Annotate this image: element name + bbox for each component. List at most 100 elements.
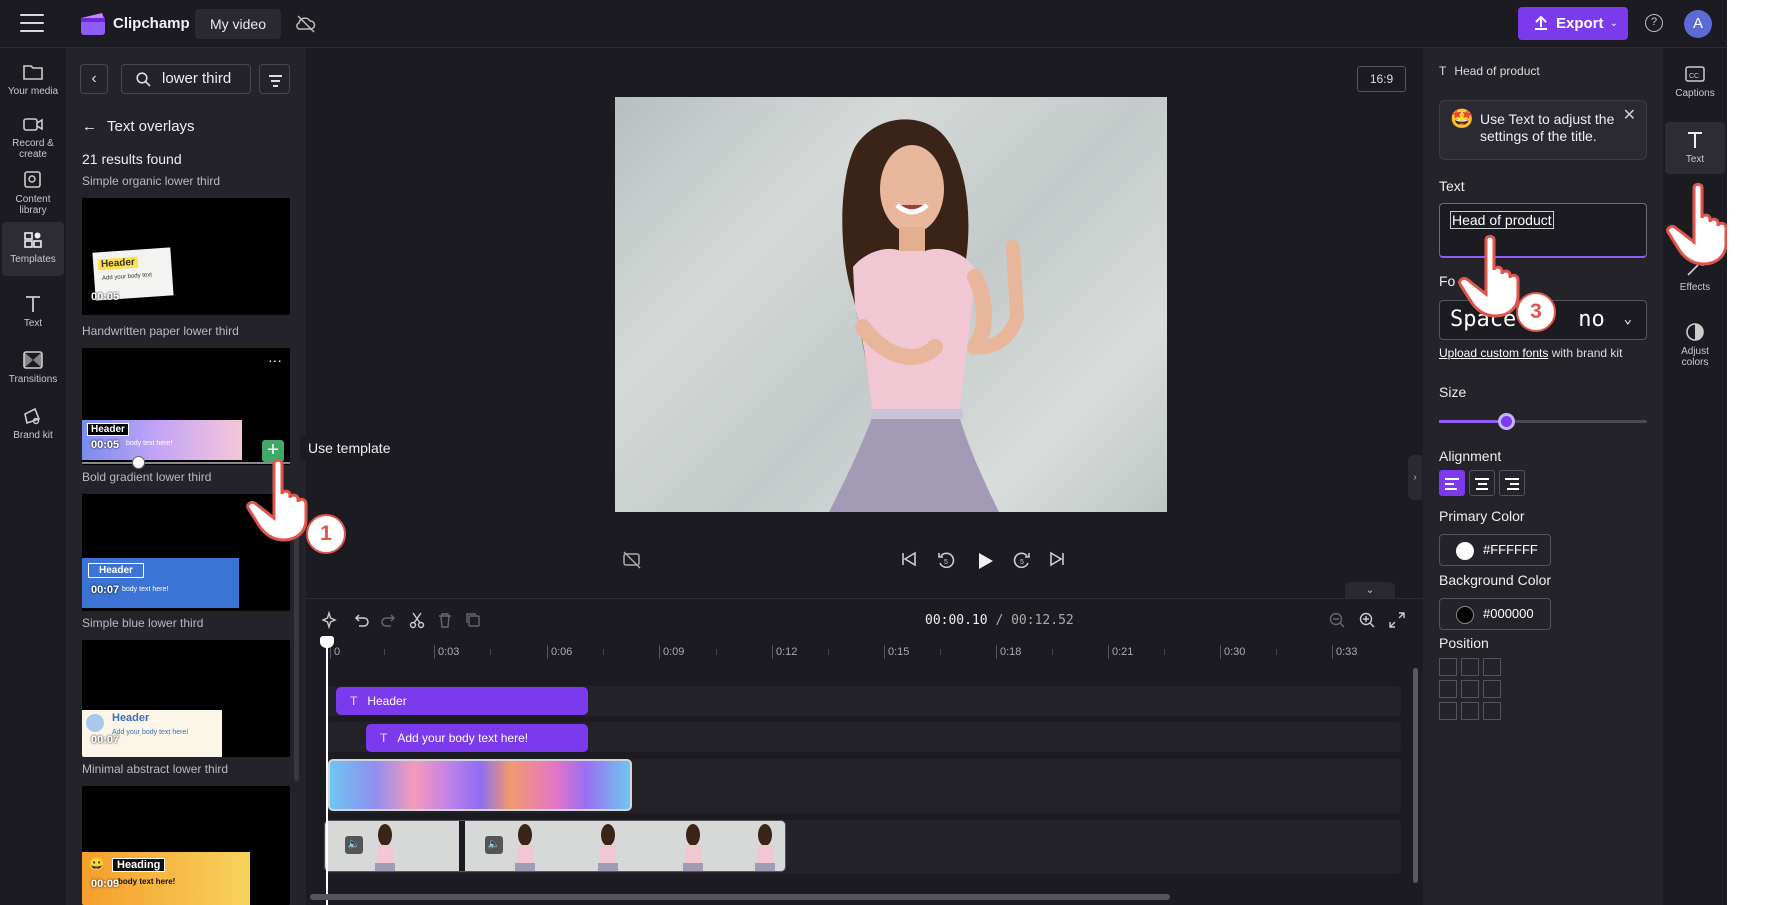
cloud-sync-off-icon[interactable]	[296, 15, 316, 33]
help-icon[interactable]: ?	[1645, 14, 1663, 32]
rail-label: Templates	[10, 254, 56, 265]
tab-text[interactable]: Text	[1665, 122, 1725, 174]
thumb-duration: 00:05	[91, 291, 120, 303]
skip-to-end-icon[interactable]	[1048, 550, 1066, 568]
primary-color-label: Primary Color	[1439, 508, 1525, 524]
section-header-text-overlays[interactable]: ← Text overlays	[82, 118, 205, 135]
presenter-image	[829, 119, 1025, 512]
primary-color-picker[interactable]: #FFFFFF	[1439, 534, 1551, 566]
upload-suffix: with brand kit	[1548, 346, 1623, 360]
panel-scrollbar[interactable]	[294, 508, 299, 781]
use-template-tooltip: Use template	[300, 436, 399, 460]
rail-content-library[interactable]: Content library	[2, 164, 64, 216]
zoom-out-icon[interactable]	[1328, 611, 1346, 629]
thumb-duration: 00:07	[91, 584, 120, 596]
blob-shape	[86, 714, 104, 732]
position-cell[interactable]	[1439, 680, 1457, 698]
position-cell[interactable]	[1439, 702, 1457, 720]
svg-text:CC: CC	[1689, 73, 1699, 80]
thumb-body: body text here!	[122, 586, 169, 593]
size-slider[interactable]	[1439, 413, 1647, 430]
thumb-duration: 00:07	[91, 734, 120, 746]
rail-templates[interactable]: Templates	[2, 222, 64, 276]
fit-timeline-icon[interactable]	[1388, 611, 1406, 629]
volume-icon[interactable]: 🔈	[485, 836, 503, 854]
timeline-clip-video[interactable]: 🔈 🔈	[324, 820, 786, 872]
scissors-icon[interactable]	[408, 611, 426, 629]
align-left-button[interactable]	[1439, 470, 1465, 496]
hamburger-menu-icon[interactable]	[20, 14, 44, 34]
tab-captions[interactable]: CC Captions	[1665, 60, 1725, 108]
ruler-tick: 0:18	[996, 645, 1021, 659]
tab-label: Text	[1685, 154, 1705, 165]
volume-icon[interactable]: 🔈	[345, 836, 363, 854]
align-right-button[interactable]	[1499, 470, 1525, 496]
forward-5-icon[interactable]: 5	[1012, 550, 1032, 570]
rail-label: Your media	[7, 86, 59, 97]
library-icon	[24, 171, 41, 188]
tab-label: Adjust colors	[1681, 346, 1709, 368]
aspect-ratio-button[interactable]: 16:9	[1357, 66, 1406, 92]
more-options-icon[interactable]: ···	[268, 352, 282, 368]
playhead[interactable]	[326, 640, 328, 905]
rail-label: Text	[23, 318, 43, 329]
align-center-button[interactable]	[1469, 470, 1495, 496]
collapse-timeline-button[interactable]: ⌄	[1345, 582, 1395, 598]
color-swatch	[1456, 606, 1474, 624]
background-color-picker[interactable]: #000000	[1439, 598, 1551, 630]
export-button[interactable]: Export ⌄	[1518, 7, 1628, 40]
video-preview[interactable]	[615, 97, 1167, 512]
size-slider-knob[interactable]	[1497, 413, 1515, 430]
timeline-clip-overlay[interactable]	[328, 759, 632, 811]
rail-label: Brand kit	[13, 430, 53, 441]
rail-your-media[interactable]: Your media	[2, 56, 64, 102]
clip-label: Add your body text here!	[397, 731, 529, 745]
undo-icon[interactable]	[352, 611, 370, 629]
position-cell[interactable]	[1483, 680, 1501, 698]
template-title: Simple blue lower third	[82, 616, 204, 630]
rail-text[interactable]: Text	[2, 288, 64, 334]
timeline-horizontal-scrollbar[interactable]	[310, 894, 1170, 900]
timeline-clip-body[interactable]: T Add your body text here!	[366, 724, 588, 752]
hide-preview-icon[interactable]	[622, 550, 642, 570]
template-card-bold-gradient[interactable]: ··· Header body text here! 00:05	[82, 348, 290, 465]
rail-record-create[interactable]: Record & create	[2, 108, 64, 160]
project-title[interactable]: My video	[195, 9, 281, 39]
timeline-vertical-scrollbar[interactable]	[1413, 668, 1418, 883]
avatar[interactable]: A	[1684, 10, 1712, 38]
upload-custom-fonts-link[interactable]: Upload custom fonts	[1439, 346, 1548, 360]
template-title: Bold gradient lower third	[82, 470, 212, 484]
play-icon[interactable]	[974, 550, 996, 572]
tab-adjust-colors[interactable]: Adjust colors	[1665, 318, 1725, 372]
template-card-heading[interactable]: 😀 Heading body text here! 00:09	[82, 786, 290, 905]
search-input[interactable]: lower third	[121, 64, 251, 94]
zoom-in-icon[interactable]	[1358, 611, 1376, 629]
filter-button[interactable]	[259, 64, 290, 94]
text-icon	[1688, 132, 1702, 148]
rail-label: Record & create	[12, 138, 54, 160]
template-card-handwritten[interactable]: Header Add your body text 00:05	[82, 198, 290, 315]
ruler-tick: 0:09	[659, 645, 684, 659]
position-cell[interactable]	[1461, 702, 1479, 720]
back-button[interactable]: ‹	[80, 64, 108, 94]
position-cell[interactable]	[1461, 658, 1479, 676]
redo-icon[interactable]	[380, 611, 398, 629]
thumb-header: Header	[87, 423, 129, 436]
skip-to-start-icon[interactable]	[900, 550, 918, 568]
template-card-minimal-abstract[interactable]: Header Add your body text here! 00:07	[82, 640, 290, 757]
primary-color-value: #FFFFFF	[1483, 542, 1538, 557]
magic-icon[interactable]	[320, 611, 338, 629]
rail-transitions[interactable]: Transitions	[2, 344, 64, 390]
timeline-clip-header[interactable]: T Header	[336, 687, 588, 715]
position-cell[interactable]	[1461, 680, 1479, 698]
rail-brand-kit[interactable]: Brand kit	[2, 400, 64, 446]
duplicate-icon[interactable]	[464, 611, 482, 629]
position-cell[interactable]	[1483, 658, 1501, 676]
delete-icon[interactable]	[436, 611, 454, 629]
rewind-5-icon[interactable]: 5	[936, 550, 956, 570]
position-cell[interactable]	[1439, 658, 1457, 676]
position-cell[interactable]	[1483, 702, 1501, 720]
collapse-properties-button[interactable]: ›	[1408, 455, 1422, 500]
rail-label: Transitions	[8, 374, 58, 385]
close-icon[interactable]: ✕	[1623, 107, 1636, 124]
